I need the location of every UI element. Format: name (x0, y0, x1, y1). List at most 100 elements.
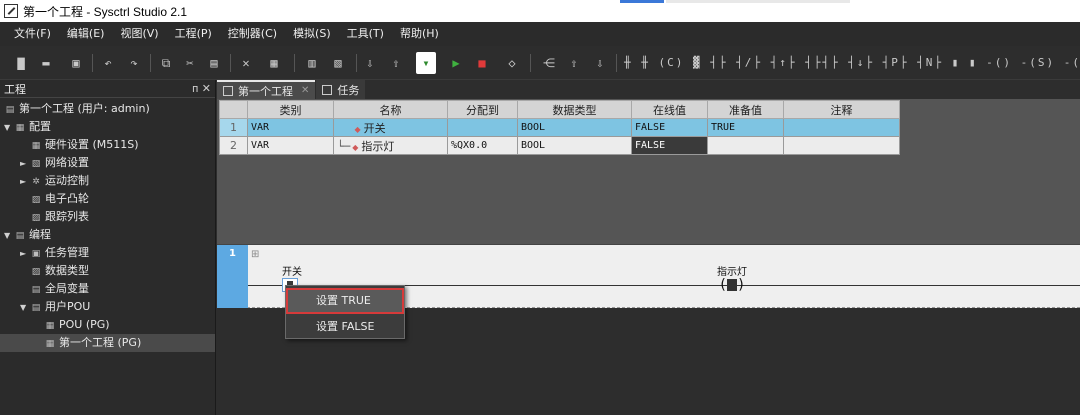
program-icon: ▤ (15, 231, 25, 241)
chevron-right-icon[interactable]: ► (20, 173, 30, 191)
tab-first-project[interactable]: 第一个工程 ✕ (217, 80, 316, 99)
toolbar-separator (530, 54, 531, 72)
find-icon[interactable]: ▦ (266, 55, 282, 71)
tree-item-label: 数据类型 (45, 264, 89, 277)
chevron-down-icon[interactable]: ▼ (20, 299, 30, 317)
tree-item-cam[interactable]: ▨ 电子凸轮 (0, 190, 215, 208)
cell-prepare[interactable] (707, 136, 784, 155)
menu-item-set-true[interactable]: 设置 TRUE (286, 288, 404, 314)
tab-task[interactable]: 任务 (316, 80, 366, 99)
move-up-icon[interactable]: ⇧ (566, 55, 582, 71)
title-bar: 第一个工程 - Sysctrl Studio 2.1 (0, 0, 1080, 22)
table-row[interactable]: 2 VAR └─ ◆ 指示灯 %QX0.0 BOOL FALSE (219, 136, 900, 155)
tree-item-label: 网络设置 (45, 156, 89, 169)
tree-item-tasks[interactable]: ► ▣ 任务管理 (0, 244, 215, 262)
col-header-comment[interactable]: 注释 (783, 100, 900, 119)
cell-online: FALSE (631, 118, 708, 137)
save-icon[interactable]: ▣ (68, 55, 84, 71)
cell-type[interactable]: BOOL (517, 118, 632, 137)
open-folder-icon[interactable]: ▬ (38, 55, 54, 71)
tree-item-globals[interactable]: ▤ 全局变量 (0, 280, 215, 298)
variable-icon: ◆ (352, 142, 359, 152)
tree-item-pou[interactable]: ▦ POU (PG) (0, 316, 215, 334)
chevron-right-icon[interactable]: ► (20, 155, 30, 173)
tree-item-trace[interactable]: ▨ 跟踪列表 (0, 208, 215, 226)
undo-icon[interactable]: ↶ (100, 55, 116, 71)
tree-item-motion[interactable]: ► ✲ 运动控制 (0, 172, 215, 190)
row-number: 2 (219, 136, 248, 155)
cell-comment[interactable] (783, 136, 900, 155)
cell-comment[interactable] (783, 118, 900, 137)
tree-item-hardware[interactable]: ▦ 硬件设置 (M511S) (0, 136, 215, 154)
variable-declaration-area: 类别 名称 分配到 数据类型 在线值 准备值 注释 1 VAR ◆ 开关 BOOL… (217, 99, 1080, 244)
tree-item-user-pou[interactable]: ▼ ▤ 用户POU (0, 298, 215, 316)
chevron-right-icon[interactable]: ► (20, 245, 30, 263)
close-icon[interactable]: ✕ (301, 85, 309, 96)
online-icon[interactable]: ▾ (416, 52, 436, 74)
col-header-prepare[interactable]: 准备值 (707, 100, 784, 119)
cell-category[interactable]: VAR (247, 136, 334, 155)
toolbar-separator (616, 54, 617, 72)
menu-help[interactable]: 帮助(H) (392, 22, 447, 46)
editor-area: 第一个工程 ✕ 任务 类别 名称 分配到 数据类型 在线值 准备值 注释 1 V… (217, 80, 1080, 415)
coil-element[interactable]: () (717, 277, 747, 293)
tree-item-first-project[interactable]: ▦ 第一个工程 (PG) (0, 334, 215, 352)
upload-icon[interactable]: ⇧ (388, 55, 404, 71)
cell-category[interactable]: VAR (247, 118, 334, 137)
menu-item-set-false[interactable]: 设置 FALSE (286, 314, 404, 340)
tree-item-datatypes[interactable]: ▨ 数据类型 (0, 262, 215, 280)
redo-icon[interactable]: ↷ (126, 55, 142, 71)
chevron-down-icon[interactable]: ▼ (4, 119, 14, 137)
menu-simulate[interactable]: 模拟(S) (285, 22, 339, 46)
paste-icon[interactable]: ▤ (206, 55, 222, 71)
run-icon[interactable]: ▶ (448, 55, 464, 71)
move-down-icon[interactable]: ⇩ (592, 55, 608, 71)
task-icon: ▣ (31, 249, 41, 259)
cell-name[interactable]: ◆ 开关 (333, 118, 448, 137)
cell-assign[interactable] (447, 118, 518, 137)
menu-edit[interactable]: 编辑(E) (59, 22, 113, 46)
menu-tools[interactable]: 工具(T) (339, 22, 392, 46)
menu-file[interactable]: 文件(F) (6, 22, 59, 46)
new-file-icon[interactable]: ▇ (14, 55, 28, 71)
col-header-online[interactable]: 在线值 (631, 100, 708, 119)
col-header-type[interactable]: 数据类型 (517, 100, 632, 119)
delete-icon[interactable]: ✕ (238, 55, 254, 71)
cell-name[interactable]: └─ ◆ 指示灯 (333, 136, 448, 155)
pou-icon: ▦ (45, 339, 55, 349)
col-header-num (219, 100, 248, 119)
build-icon[interactable]: ▥ (304, 55, 320, 71)
toolbar-separator (92, 54, 93, 72)
force-icon[interactable]: ⋲ (540, 55, 558, 71)
tree-item-config[interactable]: ▼ ▦ 配置 (0, 118, 215, 136)
cut-icon[interactable]: ✂ (182, 55, 198, 71)
menu-project[interactable]: 工程(P) (167, 22, 220, 46)
step-icon[interactable]: ◇ (504, 55, 520, 71)
expand-icon[interactable]: ⊞ (251, 249, 259, 260)
cell-type[interactable]: BOOL (517, 136, 632, 155)
cell-prepare[interactable]: TRUE (707, 118, 784, 137)
menu-view[interactable]: 视图(V) (112, 22, 166, 46)
tree-item-network[interactable]: ► ▧ 网络设置 (0, 154, 215, 172)
gear-icon: ✲ (32, 177, 40, 187)
panel-pin-close-icons[interactable]: ᴨ ✕ (192, 82, 211, 95)
toolbar-separator (150, 54, 151, 72)
tree-item-program[interactable]: ▼ ▤ 编程 (0, 226, 215, 244)
col-header-name[interactable]: 名称 (333, 100, 448, 119)
tree-root[interactable]: ▤ 第一个工程 (用户: admin) (0, 100, 215, 118)
copy-icon[interactable]: ⧉ (158, 55, 174, 71)
download-icon[interactable]: ⇩ (362, 55, 378, 71)
stop-icon[interactable]: ■ (474, 55, 490, 71)
chevron-down-icon[interactable]: ▼ (4, 227, 14, 245)
col-header-assign[interactable]: 分配到 (447, 100, 518, 119)
table-row[interactable]: 1 VAR ◆ 开关 BOOL FALSE TRUE (219, 118, 900, 137)
rebuild-icon[interactable]: ▧ (330, 55, 346, 71)
project-icon: ▤ (5, 105, 15, 115)
menu-controller[interactable]: 控制器(C) (220, 22, 285, 46)
ladder-edit-icons[interactable]: ╫ ╫ (C) ▓ ┤├ ┤/├ ┤↑├ ┤├┤├ ┤↓├ ┤P├ ┤N├ ▮ … (624, 55, 1080, 71)
col-header-category[interactable]: 类别 (247, 100, 334, 119)
cell-assign[interactable]: %QX0.0 (447, 136, 518, 155)
tree-item-label: 任务管理 (45, 246, 89, 259)
network-number: 1 (217, 245, 248, 308)
trace-icon: ▨ (31, 213, 41, 223)
